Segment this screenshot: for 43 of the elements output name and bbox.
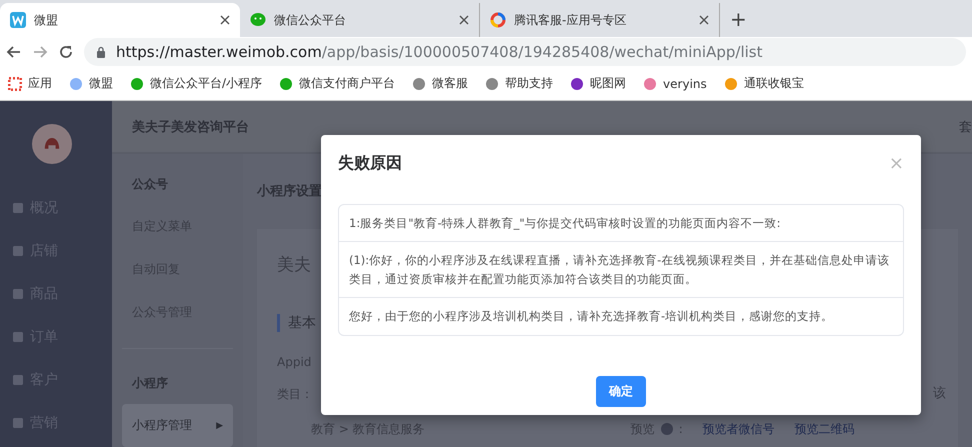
w-logo-icon (10, 12, 26, 28)
close-button[interactable]: × (888, 152, 904, 174)
confirm-button[interactable]: 确定 (596, 376, 646, 407)
preview-link[interactable]: 预览者微信号 (702, 421, 775, 437)
lock-icon (96, 46, 106, 58)
chat-bubble-icon (250, 12, 266, 28)
new-tab-button[interactable]: + (720, 3, 757, 37)
bookmark-link[interactable]: 微信支付商户平台 (279, 75, 396, 92)
close-icon[interactable] (699, 15, 709, 25)
menu-icon (12, 244, 24, 256)
bookmark-link[interactable]: 微客服 (412, 75, 468, 92)
browser-tab[interactable]: 微盟 (0, 3, 240, 37)
menu-icon (12, 374, 24, 386)
menu-icon (12, 202, 24, 214)
bookmark-link[interactable]: 通联收银宝 (724, 75, 804, 92)
info-icon (660, 423, 673, 435)
menu-icon (12, 416, 24, 428)
reload-icon[interactable] (58, 44, 74, 60)
message-text: (1):你好，你的小程序涉及在线课程直播，请补充选择教育-在线视频课程类目，并在基础信息处申请该类目，通过资质审核并在配置功能页添加符合该类目的功能页面。 (339, 241, 903, 298)
logo-avatar (32, 124, 72, 164)
bookmark-link[interactable]: 昵图网 (570, 75, 626, 92)
menu-icon (12, 288, 24, 300)
back-icon[interactable] (6, 44, 22, 60)
bookmark-link[interactable]: 应用 (8, 75, 52, 92)
menu-icon (12, 330, 24, 342)
submenu-item[interactable]: 小程序管理 ▶ (122, 404, 233, 447)
bookmark-link[interactable]: 微盟 (69, 75, 113, 92)
tab-title: 微盟 (34, 12, 59, 28)
section-title: 基本 (277, 314, 316, 332)
tab-title: 微信公众平台 (274, 12, 347, 28)
ring-icon (490, 12, 506, 28)
message-text: 您好，由于您的小程序涉及培训机构类目，请补充选择教育-培训机构类目，感谢您的支持。 (339, 297, 903, 335)
bookmark-link[interactable]: 帮助支持 (485, 75, 554, 92)
address-field[interactable]: https://master.weimob.com/app/basis/100000507408/194285408/wechat/miniApp/list (84, 38, 966, 66)
close-icon[interactable] (459, 15, 469, 25)
preview-link[interactable]: 预览二维码 (794, 421, 855, 437)
bookmark-link[interactable]: veryins (643, 76, 707, 90)
message-text: 1:服务类目"教育-特殊人群教育_"与你提交代码审核时设置的功能页面内容不一致: (348, 215, 782, 232)
tab-title: 腾讯客服-应用号专区 (514, 12, 628, 28)
colon-text: : (678, 421, 683, 437)
dialog-title: 失败原因 (338, 152, 402, 174)
close-icon[interactable] (220, 15, 230, 25)
bookmark-link[interactable]: 微信公众平台/小程序 (130, 75, 262, 92)
